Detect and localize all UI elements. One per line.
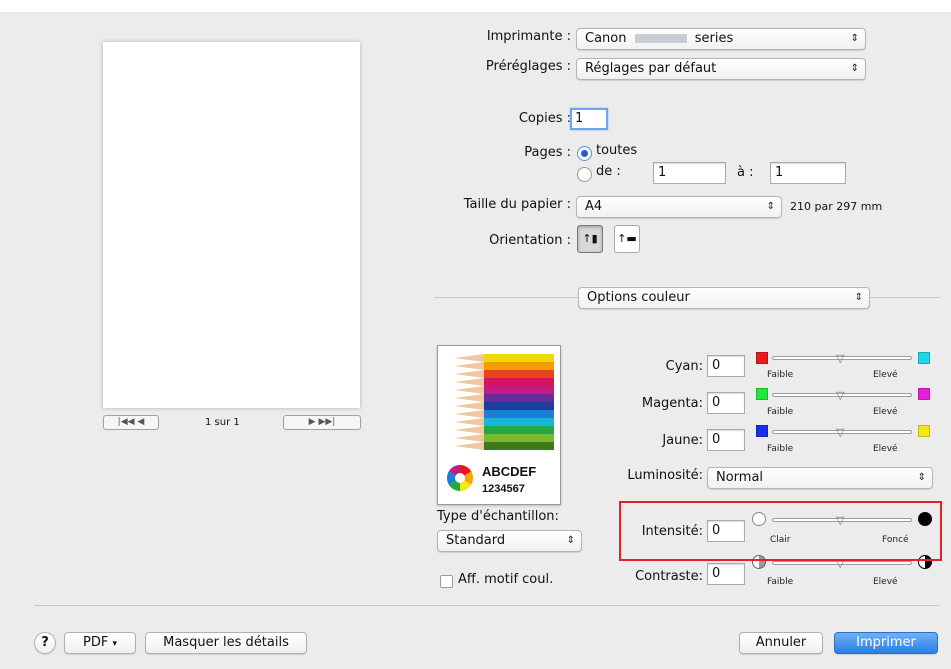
help-button[interactable]: ? xyxy=(34,632,56,654)
brightness-value: Normal xyxy=(716,470,764,485)
magenta-high-label: Elevé xyxy=(873,407,898,417)
pages-from-input[interactable]: 1 xyxy=(653,162,726,184)
paper-size-popup[interactable]: A4 ⇕ xyxy=(576,196,782,218)
cyan-input[interactable]: 0 xyxy=(707,355,745,377)
nav-prev-icon[interactable]: ◀ xyxy=(137,417,144,427)
pages-all-label: toutes xyxy=(596,143,638,158)
cyan-label: Cyan: xyxy=(665,359,703,374)
portrait-icon: ↑▮ xyxy=(582,232,598,245)
orientation-label: Orientation : xyxy=(489,233,571,248)
pages-all-radio[interactable] xyxy=(577,146,592,161)
print-dialog: |◀◀ ◀ 1 sur 1 ▶ ▶▶| Imprimante : Canon s… xyxy=(0,0,951,669)
show-color-pattern-label: Aff. motif coul. xyxy=(458,572,554,587)
yellow-slider-knob-icon[interactable]: ▽ xyxy=(836,427,844,438)
presets-value: Réglages par défaut xyxy=(585,61,717,76)
pdf-label: PDF xyxy=(83,635,109,650)
popup-arrows-icon: ⇕ xyxy=(850,33,859,44)
panel-popup[interactable]: Options couleur ⇕ xyxy=(578,287,870,309)
paper-size-label: Taille du papier : xyxy=(463,197,571,212)
pencils-icon xyxy=(454,354,554,450)
nav-first-icon[interactable]: |◀◀ xyxy=(118,417,135,427)
page-counter: 1 sur 1 xyxy=(205,417,240,428)
popup-arrows-icon: ⇕ xyxy=(766,201,775,212)
yellow-high-swatch xyxy=(918,425,930,437)
nav-next-last-buttons[interactable]: ▶ ▶▶| xyxy=(283,415,361,430)
contrast-input[interactable]: 0 xyxy=(707,563,745,585)
intensity-highlight-box xyxy=(619,501,942,561)
magenta-input[interactable]: 0 xyxy=(707,392,745,414)
sample-type-value: Standard xyxy=(446,533,506,548)
copies-input[interactable]: 1 xyxy=(570,108,608,130)
contrast-low-label: Faible xyxy=(767,577,794,587)
pages-from-label: de : xyxy=(596,164,621,179)
yellow-label: Jaune: xyxy=(662,433,703,448)
magenta-slider-knob-icon[interactable]: ▽ xyxy=(836,390,844,401)
hide-details-button[interactable]: Masquer les détails xyxy=(145,632,307,654)
popup-arrows-icon: ⇕ xyxy=(854,292,863,303)
chevron-down-icon: ▾ xyxy=(112,639,117,649)
printer-name-prefix: Canon xyxy=(585,31,627,46)
nav-first-prev-buttons[interactable]: |◀◀ ◀ xyxy=(103,415,159,430)
sample-type-label: Type d'échantillon: xyxy=(437,509,559,524)
brightness-label: Luminosité: xyxy=(627,468,703,483)
copies-label: Copies : xyxy=(518,111,571,126)
sample-text-line1: ABCDEF xyxy=(482,464,536,479)
paper-size-value: A4 xyxy=(585,199,603,214)
yellow-high-label: Elevé xyxy=(873,444,898,454)
paper-dimensions: 210 par 297 mm xyxy=(790,200,883,213)
cyan-low-label: Faible xyxy=(767,370,794,380)
magenta-low-swatch xyxy=(756,388,768,400)
contrast-high-label: Elevé xyxy=(873,577,898,587)
footer-divider xyxy=(34,605,940,606)
popup-arrows-icon: ⇕ xyxy=(917,472,926,483)
nav-last-icon[interactable]: ▶▶| xyxy=(318,417,335,427)
magenta-label: Magenta: xyxy=(641,396,703,411)
pages-to-input[interactable]: 1 xyxy=(770,162,846,184)
yellow-low-label: Faible xyxy=(767,444,794,454)
magenta-high-swatch xyxy=(918,388,930,400)
printer-model-redacted xyxy=(634,34,687,43)
orientation-portrait-button[interactable]: ↑▮ xyxy=(577,225,603,253)
popup-arrows-icon: ⇕ xyxy=(850,63,859,74)
yellow-low-swatch xyxy=(756,425,768,437)
color-sample-preview: ABCDEF 1234567 xyxy=(437,345,561,505)
printer-name-suffix: series xyxy=(694,31,734,46)
nav-next-icon[interactable]: ▶ xyxy=(309,417,316,427)
pages-to-label: à : xyxy=(737,165,754,180)
popup-arrows-icon: ⇕ xyxy=(566,535,575,546)
yellow-input[interactable]: 0 xyxy=(707,429,745,451)
panel-value: Options couleur xyxy=(587,290,690,305)
pencils-image: ABCDEF 1234567 xyxy=(446,354,554,495)
landscape-icon: ↑▬ xyxy=(617,232,637,245)
pdf-menu-button[interactable]: PDF ▾ xyxy=(64,632,136,654)
print-button[interactable]: Imprimer xyxy=(834,632,938,654)
show-color-pattern-checkbox[interactable] xyxy=(440,575,453,588)
sample-text-line2: 1234567 xyxy=(482,483,525,495)
printer-label: Imprimante : xyxy=(486,29,571,44)
cyan-low-swatch xyxy=(756,352,768,364)
sample-type-popup[interactable]: Standard ⇕ xyxy=(437,530,582,552)
contrast-label: Contraste: xyxy=(635,569,703,584)
pages-range-radio[interactable] xyxy=(577,167,592,182)
cancel-button[interactable]: Annuler xyxy=(739,632,823,654)
presets-popup[interactable]: Réglages par défaut ⇕ xyxy=(576,58,866,80)
printer-popup[interactable]: Canon series ⇕ xyxy=(576,28,866,50)
cyan-high-label: Elevé xyxy=(873,370,898,380)
pages-label: Pages : xyxy=(524,145,571,160)
presets-label: Préréglages : xyxy=(485,59,571,74)
orientation-landscape-button[interactable]: ↑▬ xyxy=(614,225,640,253)
brightness-popup[interactable]: Normal ⇕ xyxy=(707,467,933,489)
cyan-high-swatch xyxy=(918,352,930,364)
color-wheel-icon xyxy=(446,464,474,492)
cyan-slider-knob-icon[interactable]: ▽ xyxy=(836,353,844,364)
page-preview xyxy=(103,42,360,408)
magenta-low-label: Faible xyxy=(767,407,794,417)
